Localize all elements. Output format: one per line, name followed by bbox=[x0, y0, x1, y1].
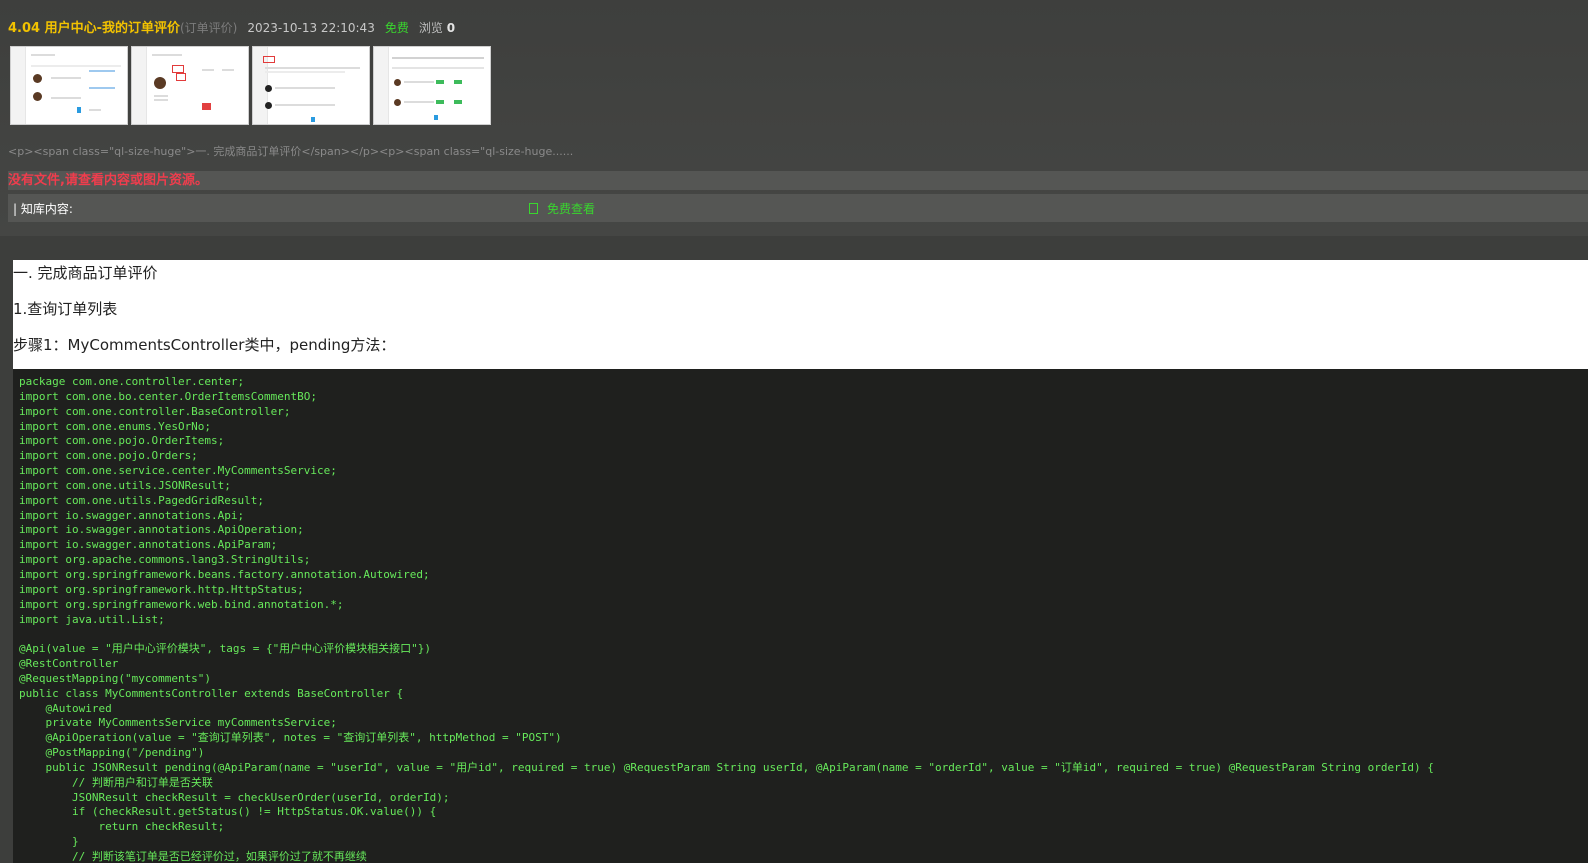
knowledge-label: | 知库内容: bbox=[13, 201, 73, 216]
thumbnail-1[interactable] bbox=[10, 46, 128, 125]
thumbnail-2[interactable] bbox=[131, 46, 249, 125]
post-date: 2023-10-13 22:10:43 bbox=[247, 21, 375, 35]
views-number: 0 bbox=[446, 21, 456, 35]
free-view-label: 免费查看 bbox=[547, 201, 596, 216]
post-subtitle: (订单评价) bbox=[180, 21, 238, 35]
article-content: 一. 完成商品订单评价 1.查询订单列表 步骤1：MyCommentsContr… bbox=[13, 260, 1588, 369]
document-icon bbox=[529, 202, 538, 214]
thumbnail-strip bbox=[10, 46, 491, 125]
code-block: package com.one.controller.center; impor… bbox=[13, 369, 1588, 863]
content-excerpt: <p><span class="ql-size-huge">一. 完成商品订单评… bbox=[8, 145, 574, 158]
thumbnail-4[interactable] bbox=[373, 46, 491, 125]
thumbnail-3[interactable] bbox=[252, 46, 370, 125]
post-header: 4.04 用户中心-我的订单评价 (订单评价) 2023-10-13 22:10… bbox=[8, 17, 455, 36]
free-view-button[interactable]: 免费查看 bbox=[529, 200, 595, 217]
article-step: 步骤1：MyCommentsController类中，pending方法： bbox=[13, 336, 396, 354]
article-section: 1.查询订单列表 bbox=[13, 300, 118, 318]
knowledge-bar: | 知库内容: 免费查看 bbox=[8, 194, 1588, 222]
post-title[interactable]: 4.04 用户中心-我的订单评价 bbox=[8, 17, 180, 36]
view-count: 浏览 0 bbox=[419, 19, 455, 36]
article-heading: 一. 完成商品订单评价 bbox=[13, 264, 158, 282]
code-text: package com.one.controller.center; impor… bbox=[19, 375, 1434, 863]
price-badge: 免费 bbox=[384, 21, 409, 35]
views-label: 浏览 bbox=[418, 21, 443, 35]
no-file-notice: 没有文件,请查看内容或图片资源。 bbox=[8, 171, 1588, 190]
